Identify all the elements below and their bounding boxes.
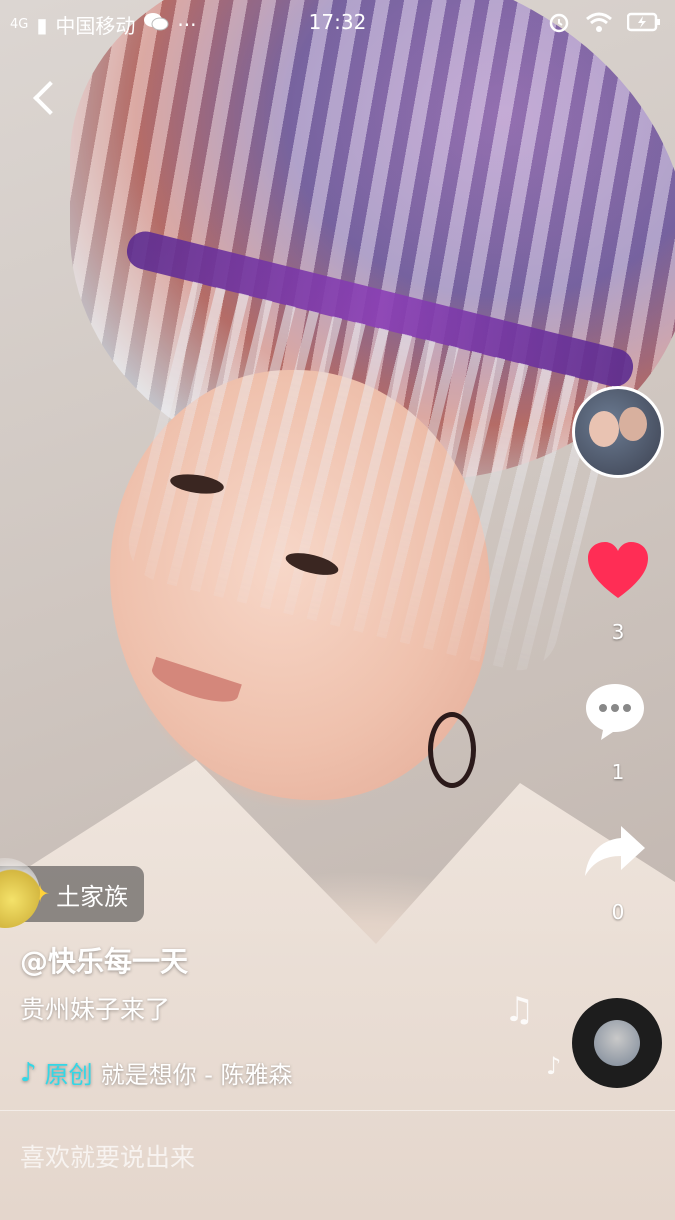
author-username[interactable]: @快乐每一天 (20, 940, 188, 980)
post-description: 贵州妹子来了 (20, 995, 171, 1024)
heart-icon (588, 542, 648, 598)
earring (428, 712, 476, 788)
back-button[interactable] (28, 80, 62, 114)
floating-music-note-icon: ♫ (504, 990, 535, 1030)
divider (0, 1110, 675, 1111)
author-avatar[interactable] (572, 386, 664, 478)
status-bar: 4G ▮ 中国移动 ··· 17:32 (0, 0, 675, 46)
topic-tag-label: 土家族 (56, 882, 129, 911)
share-button[interactable]: 0 (583, 820, 653, 924)
comment-count: 1 (611, 760, 625, 784)
music-disc[interactable] (572, 998, 662, 1088)
status-right (547, 10, 661, 39)
like-button[interactable]: 3 (583, 540, 653, 644)
comment-button[interactable]: 1 (583, 680, 653, 784)
original-label: 原创 (44, 1061, 93, 1089)
music-note-icon: ♪ (20, 1057, 37, 1088)
comment-input[interactable]: 喜欢就要说出来 (20, 1138, 195, 1174)
topic-tag[interactable]: ✦ 土家族 (0, 858, 145, 928)
comment-icon (586, 684, 644, 740)
like-count: 3 (611, 620, 625, 644)
music-info[interactable]: ♪ 原创 就是想你 - 陈雅森 (20, 1055, 293, 1090)
share-arrow-icon (585, 826, 645, 876)
tag-cocktail-icon (0, 858, 40, 928)
avatar-person-1 (589, 411, 619, 447)
share-count: 0 (611, 900, 625, 924)
battery-icon (626, 12, 661, 37)
floating-music-note-icon-small: ♪ (546, 1052, 562, 1080)
wifi-icon (585, 11, 613, 38)
alarm-icon (547, 10, 571, 39)
avatar-person-2 (619, 407, 647, 441)
music-track: 就是想你 - 陈雅森 (100, 1061, 293, 1089)
disc-cover (594, 1020, 640, 1066)
